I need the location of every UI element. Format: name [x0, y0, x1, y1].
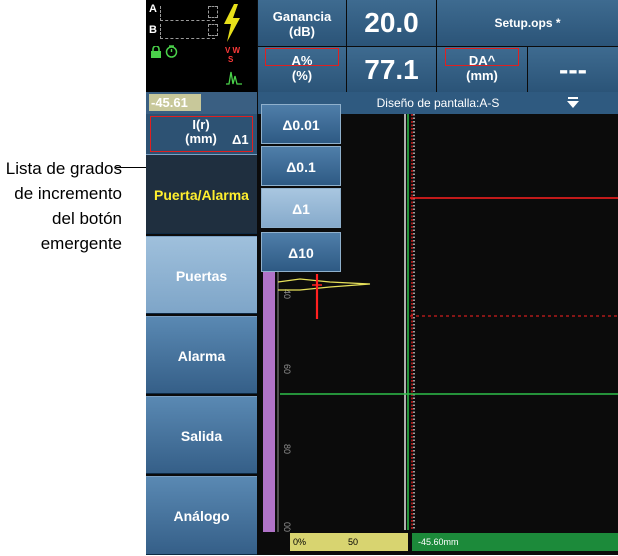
- increment-option-0.1[interactable]: Δ0.1: [261, 146, 341, 186]
- reading2-label-line1: DA^: [468, 53, 496, 68]
- menu-item-alarm-label: Alarma: [177, 348, 226, 364]
- lightning-icon: [224, 4, 240, 42]
- gate-b-box: [208, 24, 218, 36]
- menu-group-label: Puerta/Alarma: [154, 187, 249, 203]
- reading2-label: DA^ (mm): [437, 47, 527, 83]
- waveform-icon: [226, 71, 242, 85]
- lock-icon: [151, 46, 161, 58]
- timer-icon: [165, 45, 178, 58]
- menu-item-analog-label: Análogo: [173, 508, 230, 524]
- increment-option-10[interactable]: Δ10: [261, 232, 341, 272]
- param-increment: Δ1: [232, 132, 249, 147]
- increment-option-0.01[interactable]: Δ0.01: [261, 104, 341, 144]
- gate-a-indicator: [160, 6, 215, 21]
- gain-value-cell[interactable]: 20.0: [347, 0, 436, 46]
- param-label-line2: (mm): [185, 131, 217, 146]
- setup-file-cell[interactable]: Setup.ops *: [437, 0, 618, 46]
- menu-item-output-label: Salida: [180, 428, 223, 444]
- scale-start: 0%: [293, 537, 307, 547]
- gate-a-label: A: [149, 3, 157, 15]
- reading2-value: ---: [559, 54, 587, 85]
- depth-ruler: [263, 234, 275, 532]
- increment-label-1: Δ1: [292, 201, 310, 217]
- increment-option-1[interactable]: Δ1: [261, 188, 341, 228]
- reading1-value-cell[interactable]: 77.1: [347, 47, 436, 92]
- reading1-label-cell[interactable]: A% (%): [258, 47, 346, 92]
- callout-line-2: de incremento: [14, 184, 122, 203]
- increment-label-10: Δ10: [288, 245, 314, 261]
- gate-b-label: B: [149, 24, 157, 36]
- position-value: -45.60mm: [418, 537, 459, 547]
- menu-item-alarm[interactable]: Alarma: [146, 316, 257, 394]
- scale-mid: 50: [348, 537, 359, 547]
- reading1-value: 77.1: [364, 54, 419, 85]
- status-panel: A B V W S: [146, 0, 257, 92]
- menu-item-gates[interactable]: Puertas: [146, 236, 257, 314]
- gain-label-line2: (dB): [289, 24, 315, 39]
- position-readout: -45.60mm: [412, 533, 618, 551]
- gain-label-line1: Ganancia: [272, 9, 332, 24]
- gate-b-indicator: [160, 24, 215, 39]
- reading2-value-cell[interactable]: ---: [528, 47, 618, 92]
- menu-item-output[interactable]: Salida: [146, 396, 257, 474]
- menu-item-analog[interactable]: Análogo: [146, 476, 257, 555]
- callout-leader-line: [116, 167, 150, 168]
- gate-a-box: [208, 6, 218, 18]
- callout-line-4: emergente: [40, 234, 122, 253]
- reading1-label-line1: A%: [291, 53, 313, 68]
- ruler-tick-80: 80: [282, 444, 292, 454]
- setup-file-name: Setup.ops *: [494, 16, 561, 30]
- flags-bottom: S: [228, 55, 234, 64]
- callout-text: Lista de grados de incremento del botón …: [0, 156, 122, 256]
- scroll-down-icon[interactable]: [566, 97, 580, 109]
- flags-top: V W: [225, 46, 241, 55]
- param-label-line1: I(r): [192, 117, 210, 132]
- reading2-label-cell[interactable]: DA^ (mm): [437, 47, 527, 92]
- reading2-label-line2: (mm): [466, 68, 498, 83]
- param-label: I(r) (mm): [166, 118, 236, 146]
- menu-group-gate-alarm[interactable]: Puerta/Alarma: [146, 154, 257, 234]
- layout-label: Diseño de pantalla:A-S: [376, 96, 500, 110]
- ruler-tick-60: 60: [282, 364, 292, 374]
- callout-line-1: Lista de grados: [5, 159, 122, 178]
- gain-value: 20.0: [364, 7, 419, 38]
- callout-line-3: del botón: [52, 209, 122, 228]
- increment-label-0.1: Δ0.1: [286, 159, 316, 175]
- param-box[interactable]: I(r) (mm) Δ1: [146, 114, 257, 154]
- reading1-label-line2: (%): [291, 68, 313, 83]
- reading1-label: A% (%): [258, 47, 346, 83]
- bottom-status-bar: 0% 50 -45.60mm: [290, 530, 618, 555]
- gain-label-cell[interactable]: Ganancia (dB): [258, 0, 346, 46]
- parameter-value[interactable]: -45.61: [149, 94, 201, 111]
- increment-label-0.01: Δ0.01: [282, 117, 320, 133]
- amplitude-scale: 0% 50: [290, 533, 408, 551]
- menu-item-gates-label: Puertas: [175, 268, 228, 284]
- gain-label: Ganancia (dB): [258, 0, 346, 39]
